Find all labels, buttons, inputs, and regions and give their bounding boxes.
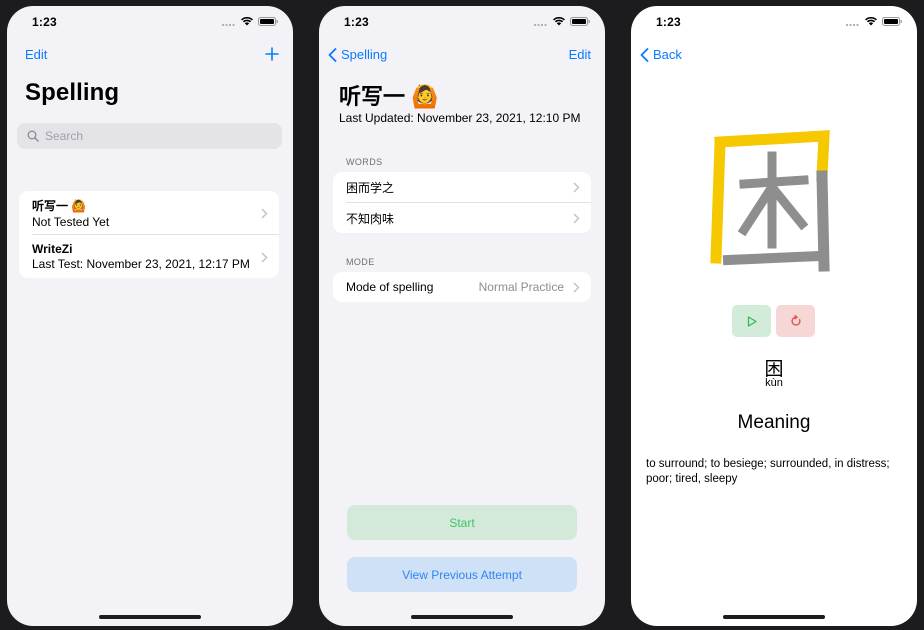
spelling-detail-screen: 1:23 Spelling Edit 听写一 🙆 Last Updated: N… [319,6,605,626]
wifi-icon [241,17,253,26]
home-indicator [411,615,513,619]
reset-button[interactable] [776,305,815,337]
start-button[interactable]: Start [347,505,577,540]
play-button[interactable] [732,305,771,337]
last-updated-text: Last Updated: November 23, 2021, 12:10 P… [339,111,581,125]
status-bar: 1:23 [631,14,917,32]
word-row[interactable]: 不知肉味 [333,203,591,233]
mode-section-header: MODE [346,257,375,267]
status-bar: 1:23 [7,14,293,32]
chevron-right-icon [573,282,580,293]
list-item[interactable]: 听写一 🙆 Not Tested Yet [19,191,279,234]
wifi-icon [553,17,565,26]
meaning-text: to surround; to besiege; surrounded, in … [646,458,890,485]
chevron-right-icon [261,207,268,219]
page-title: Spelling [25,79,120,106]
wifi-icon [865,17,877,26]
chevron-right-icon [573,182,580,193]
word-label: 不知肉味 [346,211,395,226]
plus-icon [265,47,279,61]
edit-button[interactable]: Edit [569,47,591,62]
stroke-left-vertical [710,138,726,264]
edit-button[interactable]: Edit [25,47,47,62]
word-label: 困而学之 [346,180,395,195]
list-item-subtitle: Not Tested Yet [32,214,110,229]
search-bar[interactable] [17,123,282,149]
add-button[interactable] [265,47,279,64]
list-item-title: WriteZi [32,242,73,256]
search-icon [27,130,39,142]
chevron-left-icon [328,47,337,62]
search-input[interactable] [45,129,245,143]
stroke-inner-left-fall [737,183,777,237]
chevron-right-icon [261,251,268,263]
battery-icon [882,17,902,26]
battery-icon [258,17,278,26]
practice-screen: 1:23 Back 困 kùn Meaning to surround; to … [631,6,917,626]
spelling-list: 听写一 🙆 Not Tested Yet WriteZi Last Test: … [19,191,279,278]
chevron-right-icon [573,213,580,224]
back-button[interactable]: Back [640,47,682,62]
cellular-signal-icon [846,23,859,26]
back-button[interactable]: Spelling [328,47,387,62]
cellular-signal-icon [534,23,547,26]
status-time: 1:23 [656,15,681,29]
list-item-subtitle: Last Test: November 23, 2021, 12:17 PM [32,257,250,271]
mode-list: Mode of spelling Normal Practice [333,272,591,302]
back-button-label: Spelling [341,47,388,62]
words-list: 困而学之 不知肉味 [333,172,591,233]
pinyin-text: kùn [765,377,783,389]
mode-value: Normal Practice [478,280,564,294]
play-icon [747,315,757,327]
back-button-label: Back [653,47,682,62]
reset-icon [790,315,801,326]
status-bar: 1:23 [319,14,605,32]
spelling-list-screen: 1:23 Edit Spelling 听写一 🙆 Not Tested Yet … [7,6,293,626]
battery-icon [570,17,590,26]
character-stroke-canvas[interactable] [706,126,838,276]
status-time: 1:23 [32,15,57,29]
chevron-left-icon [640,47,649,62]
words-section-header: WORDS [346,157,383,167]
list-item[interactable]: WriteZi Last Test: November 23, 2021, 12… [19,235,279,278]
stroke-bottom-horizontal [722,250,826,266]
home-indicator [723,615,825,619]
cellular-signal-icon [222,23,235,26]
page-title: 听写一 🙆 [339,84,439,109]
home-indicator [99,615,201,619]
list-item-title: 听写一 🙆 [32,198,87,213]
word-row[interactable]: 困而学之 [333,172,591,202]
view-previous-attempt-button[interactable]: View Previous Attempt [347,557,577,592]
mode-label: Mode of spelling [346,280,434,294]
mode-row[interactable]: Mode of spelling Normal Practice [333,272,591,302]
stroke-inner-right-fall [769,185,809,231]
status-time: 1:23 [344,15,369,29]
meaning-heading: Meaning [737,412,811,433]
